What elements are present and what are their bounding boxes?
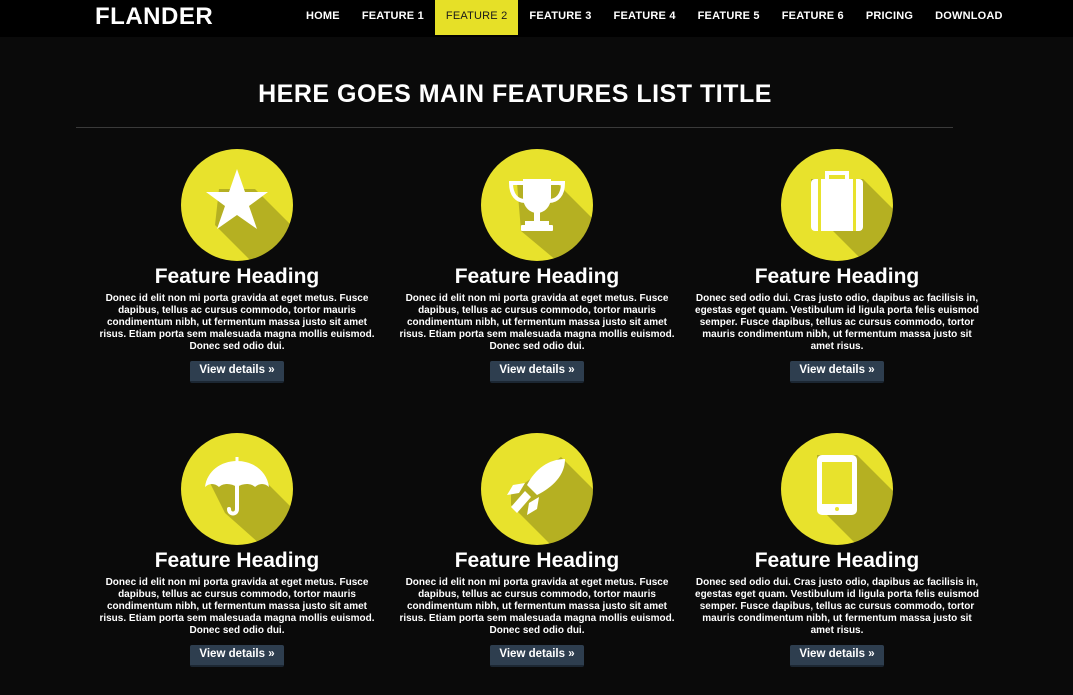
view-details-button[interactable]: View details » — [190, 361, 284, 383]
nav-item-home[interactable]: HOME — [295, 0, 351, 35]
top-navbar: FLANDER HOME FEATURE 1 FEATURE 2 FEATURE… — [0, 0, 1073, 37]
feature-card: Feature Heading Donec id elit non mi por… — [87, 149, 387, 383]
view-details-button[interactable]: View details » — [490, 361, 584, 383]
view-details-button[interactable]: View details » — [190, 645, 284, 667]
feature-description: Donec sed odio dui. Cras justo odio, dap… — [695, 577, 979, 636]
feature-heading: Feature Heading — [454, 549, 620, 572]
umbrella-icon — [181, 433, 293, 545]
feature-card: Feature Heading Donec sed odio dui. Cras… — [687, 433, 987, 667]
nav-item-feature-2[interactable]: FEATURE 2 — [434, 0, 519, 35]
view-details-button[interactable]: View details » — [490, 645, 584, 667]
view-details-button[interactable]: View details » — [790, 361, 884, 383]
feature-description: Donec id elit non mi porta gravida at eg… — [399, 577, 675, 636]
star-icon — [181, 149, 293, 261]
trophy-icon — [481, 149, 593, 261]
main-nav: HOME FEATURE 1 FEATURE 2 FEATURE 3 FEATU… — [295, 0, 1014, 37]
page-title: HERE GOES MAIN FEATURES LIST TITLE — [258, 80, 772, 108]
feature-heading: Feature Heading — [154, 265, 320, 288]
briefcase-icon — [781, 149, 893, 261]
brand-logo[interactable]: FLANDER — [95, 3, 213, 31]
feature-card: Feature Heading Donec sed odio dui. Cras… — [687, 149, 987, 383]
feature-card: Feature Heading Donec id elit non mi por… — [387, 149, 687, 383]
feature-heading: Feature Heading — [754, 265, 920, 288]
feature-card: Feature Heading Donec id elit non mi por… — [87, 433, 387, 667]
nav-item-feature-3[interactable]: FEATURE 3 — [518, 0, 602, 35]
feature-heading: Feature Heading — [754, 549, 920, 572]
nav-item-feature-6[interactable]: FEATURE 6 — [771, 0, 855, 35]
feature-card: Feature Heading Donec id elit non mi por… — [387, 433, 687, 667]
feature-description: Donec id elit non mi porta gravida at eg… — [99, 577, 375, 636]
nav-item-pricing[interactable]: PRICING — [855, 0, 924, 35]
feature-description: Donec sed odio dui. Cras justo odio, dap… — [695, 293, 979, 352]
feature-heading: Feature Heading — [454, 265, 620, 288]
tablet-icon — [781, 433, 893, 545]
nav-item-feature-4[interactable]: FEATURE 4 — [603, 0, 687, 35]
feature-heading: Feature Heading — [154, 549, 320, 572]
feature-description: Donec id elit non mi porta gravida at eg… — [99, 293, 375, 352]
rocket-icon — [481, 433, 593, 545]
nav-item-feature-5[interactable]: FEATURE 5 — [687, 0, 771, 35]
view-details-button[interactable]: View details » — [790, 645, 884, 667]
title-divider — [76, 127, 953, 128]
nav-item-feature-1[interactable]: FEATURE 1 — [351, 0, 435, 35]
nav-item-download[interactable]: DOWNLOAD — [924, 0, 1014, 35]
feature-description: Donec id elit non mi porta gravida at eg… — [399, 293, 675, 352]
